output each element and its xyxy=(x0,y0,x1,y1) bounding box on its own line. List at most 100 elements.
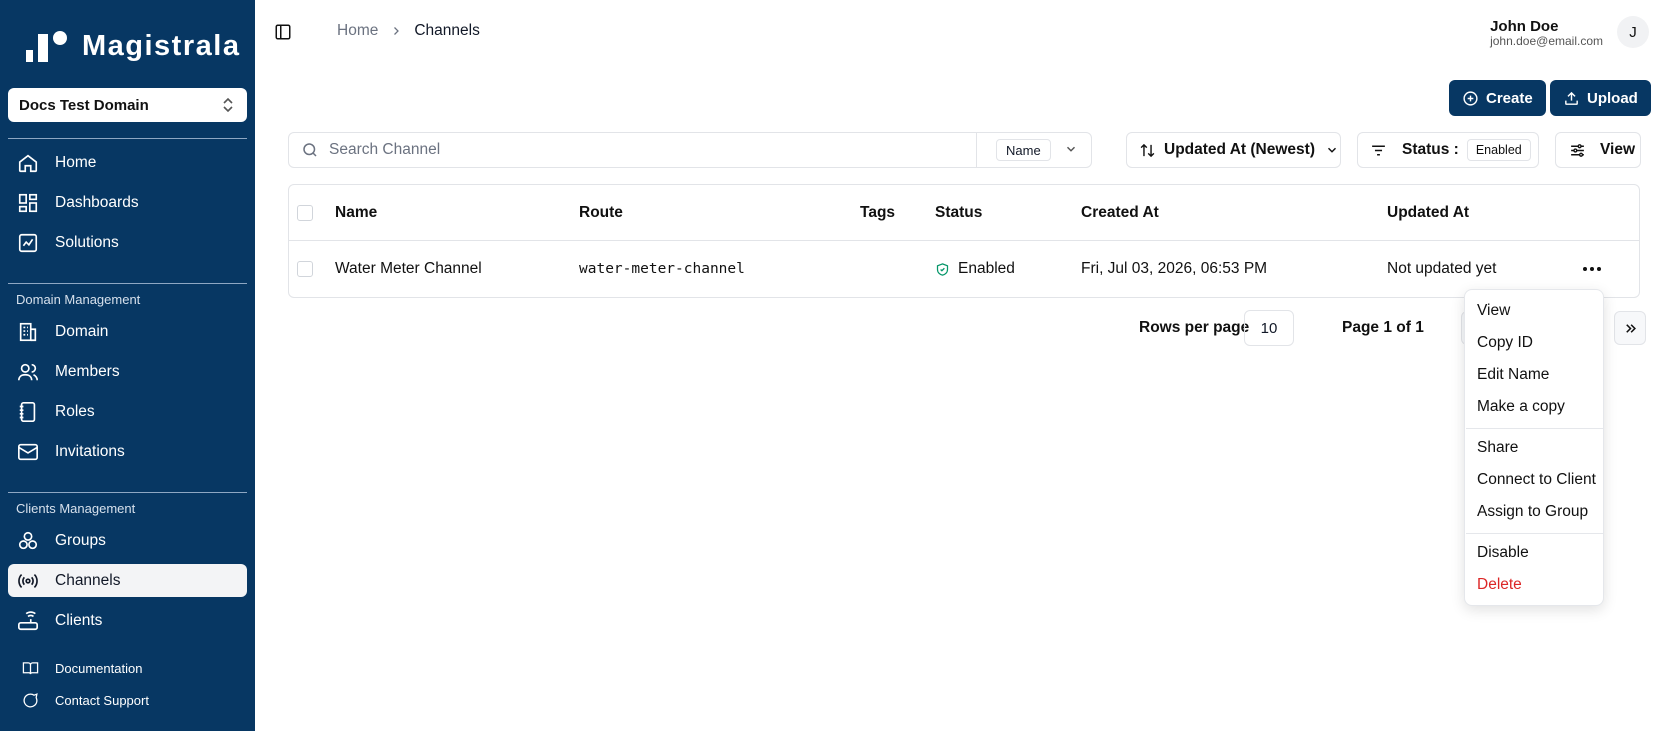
search-icon xyxy=(303,143,317,157)
menu-divider xyxy=(1466,428,1604,429)
column-header-updated-at[interactable]: Updated At xyxy=(1387,204,1469,222)
column-header-route[interactable]: Route xyxy=(579,204,623,222)
sidebar: Magistrala Docs Test Domain Home Dashboa… xyxy=(0,0,255,731)
sidebar-item-groups[interactable]: Groups xyxy=(8,524,247,557)
sidebar-item-channels[interactable]: Channels xyxy=(8,564,247,597)
sidebar-item-label: Members xyxy=(55,362,120,380)
user-name: John Doe xyxy=(1490,18,1559,35)
upload-icon xyxy=(1565,91,1578,105)
menu-item-assign-to-group[interactable]: Assign to Group xyxy=(1477,503,1588,521)
domain-selector-label: Docs Test Domain xyxy=(19,96,149,114)
plus-circle-icon xyxy=(1463,90,1478,106)
breadcrumb: Home Channels xyxy=(337,22,480,40)
router-icon xyxy=(18,610,38,630)
status-filter-value: Enabled xyxy=(1466,139,1531,161)
contact-support-link[interactable]: Contact Support xyxy=(8,692,149,709)
home-icon xyxy=(18,154,38,172)
sidebar-divider xyxy=(8,283,247,284)
sidebar-item-home[interactable]: Home xyxy=(8,146,247,179)
sidebar-toggle-button[interactable] xyxy=(274,23,292,46)
select-all-checkbox[interactable] xyxy=(297,205,313,221)
radio-icon xyxy=(18,573,38,588)
sort-arrows-icon xyxy=(1140,143,1155,157)
sidebar-item-invitations[interactable]: Invitations xyxy=(8,435,247,468)
row-actions-menu: View Copy ID Edit Name Make a copy Share… xyxy=(1464,289,1604,606)
menu-item-make-copy[interactable]: Make a copy xyxy=(1477,398,1565,416)
menu-item-copy-id[interactable]: Copy ID xyxy=(1477,334,1533,352)
shield-check-icon xyxy=(936,262,949,276)
table-row-divider xyxy=(288,240,1640,241)
chevron-down-icon xyxy=(1327,147,1337,153)
search-placeholder: Search Channel xyxy=(329,141,441,158)
magistrala-logo-icon xyxy=(26,31,67,62)
status-filter[interactable]: Status : Enabled xyxy=(1357,132,1539,168)
chevrons-up-down-icon xyxy=(223,97,233,113)
filter-lines-icon xyxy=(1372,145,1385,155)
documentation-label: Documentation xyxy=(55,661,143,676)
sidebar-item-label: Solutions xyxy=(55,233,119,251)
sort-select[interactable]: Updated At (Newest) xyxy=(1126,132,1341,168)
documentation-link[interactable]: Documentation xyxy=(8,660,142,677)
user-info[interactable]: John Doe john.doe@email.com xyxy=(1490,18,1603,48)
sidebar-item-domain[interactable]: Domain xyxy=(8,315,247,348)
book-icon xyxy=(22,662,39,675)
section-label-domain-management: Domain Management xyxy=(16,292,141,307)
sidebar-item-label: Dashboards xyxy=(55,193,139,211)
sliders-icon xyxy=(1571,143,1584,157)
menu-item-edit-name[interactable]: Edit Name xyxy=(1477,366,1549,384)
cell-channel-route: water-meter-channel xyxy=(579,261,745,277)
menu-item-disable[interactable]: Disable xyxy=(1477,544,1529,562)
rows-per-page-select[interactable]: 10 xyxy=(1244,310,1294,346)
upload-button-label: Upload xyxy=(1587,89,1638,107)
chevron-right-icon xyxy=(394,27,400,35)
contact-support-label: Contact Support xyxy=(55,693,149,708)
create-button-label: Create xyxy=(1486,89,1533,107)
sidebar-item-roles[interactable]: Roles xyxy=(8,395,247,428)
column-header-status[interactable]: Status xyxy=(935,204,982,222)
cell-channel-name[interactable]: Water Meter Channel xyxy=(335,260,482,278)
menu-item-share[interactable]: Share xyxy=(1477,439,1518,457)
sort-label: Updated At (Newest) xyxy=(1164,141,1315,158)
column-header-created-at[interactable]: Created At xyxy=(1081,204,1159,222)
row-actions-icon[interactable] xyxy=(1578,256,1606,282)
cell-updated-at: Not updated yet xyxy=(1387,260,1497,277)
search-input[interactable]: Search Channel xyxy=(288,132,1092,168)
sidebar-item-members[interactable]: Members xyxy=(8,355,247,388)
menu-item-view[interactable]: View xyxy=(1477,302,1510,320)
chat-icon xyxy=(23,693,38,708)
last-page-button[interactable] xyxy=(1614,311,1646,345)
breadcrumb-home[interactable]: Home xyxy=(337,22,378,40)
sidebar-item-dashboards[interactable]: Dashboards xyxy=(8,186,247,219)
sidebar-item-solutions[interactable]: Solutions xyxy=(8,226,247,259)
menu-item-delete[interactable]: Delete xyxy=(1477,576,1522,594)
menu-divider xyxy=(1466,533,1604,534)
sidebar-item-label: Invitations xyxy=(55,442,125,460)
menu-item-connect-to-client[interactable]: Connect to Client xyxy=(1477,471,1596,489)
column-header-tags[interactable]: Tags xyxy=(860,204,895,222)
view-options-button[interactable]: View xyxy=(1555,132,1641,168)
upload-button[interactable]: Upload xyxy=(1550,80,1651,116)
domain-selector[interactable]: Docs Test Domain xyxy=(8,88,247,122)
page-indicator: Page 1 of 1 xyxy=(1342,319,1424,336)
groups-icon xyxy=(18,531,38,549)
view-options-label: View xyxy=(1600,141,1636,158)
column-header-name[interactable]: Name xyxy=(335,204,377,222)
cell-created-at: Fri, Jul 03, 2026, 06:53 PM xyxy=(1081,260,1268,277)
search-field-select[interactable]: Name xyxy=(996,139,1051,161)
solutions-icon xyxy=(18,233,38,252)
section-label-clients-management: Clients Management xyxy=(16,501,136,516)
status-label: Enabled xyxy=(958,260,1015,277)
sidebar-item-label: Home xyxy=(55,153,97,171)
brand-logo[interactable]: Magistrala xyxy=(26,28,240,64)
sidebar-item-clients[interactable]: Clients xyxy=(8,604,247,637)
create-button[interactable]: Create xyxy=(1449,80,1546,116)
search-divider xyxy=(976,132,977,168)
breadcrumb-current: Channels xyxy=(414,22,480,39)
chevron-down-icon[interactable] xyxy=(1064,142,1078,156)
row-checkbox[interactable] xyxy=(297,261,313,277)
avatar[interactable]: J xyxy=(1617,16,1649,48)
mail-icon xyxy=(18,443,38,460)
sidebar-item-label: Clients xyxy=(55,611,103,629)
sidebar-divider xyxy=(8,492,247,493)
chevrons-right-icon xyxy=(1625,323,1636,333)
